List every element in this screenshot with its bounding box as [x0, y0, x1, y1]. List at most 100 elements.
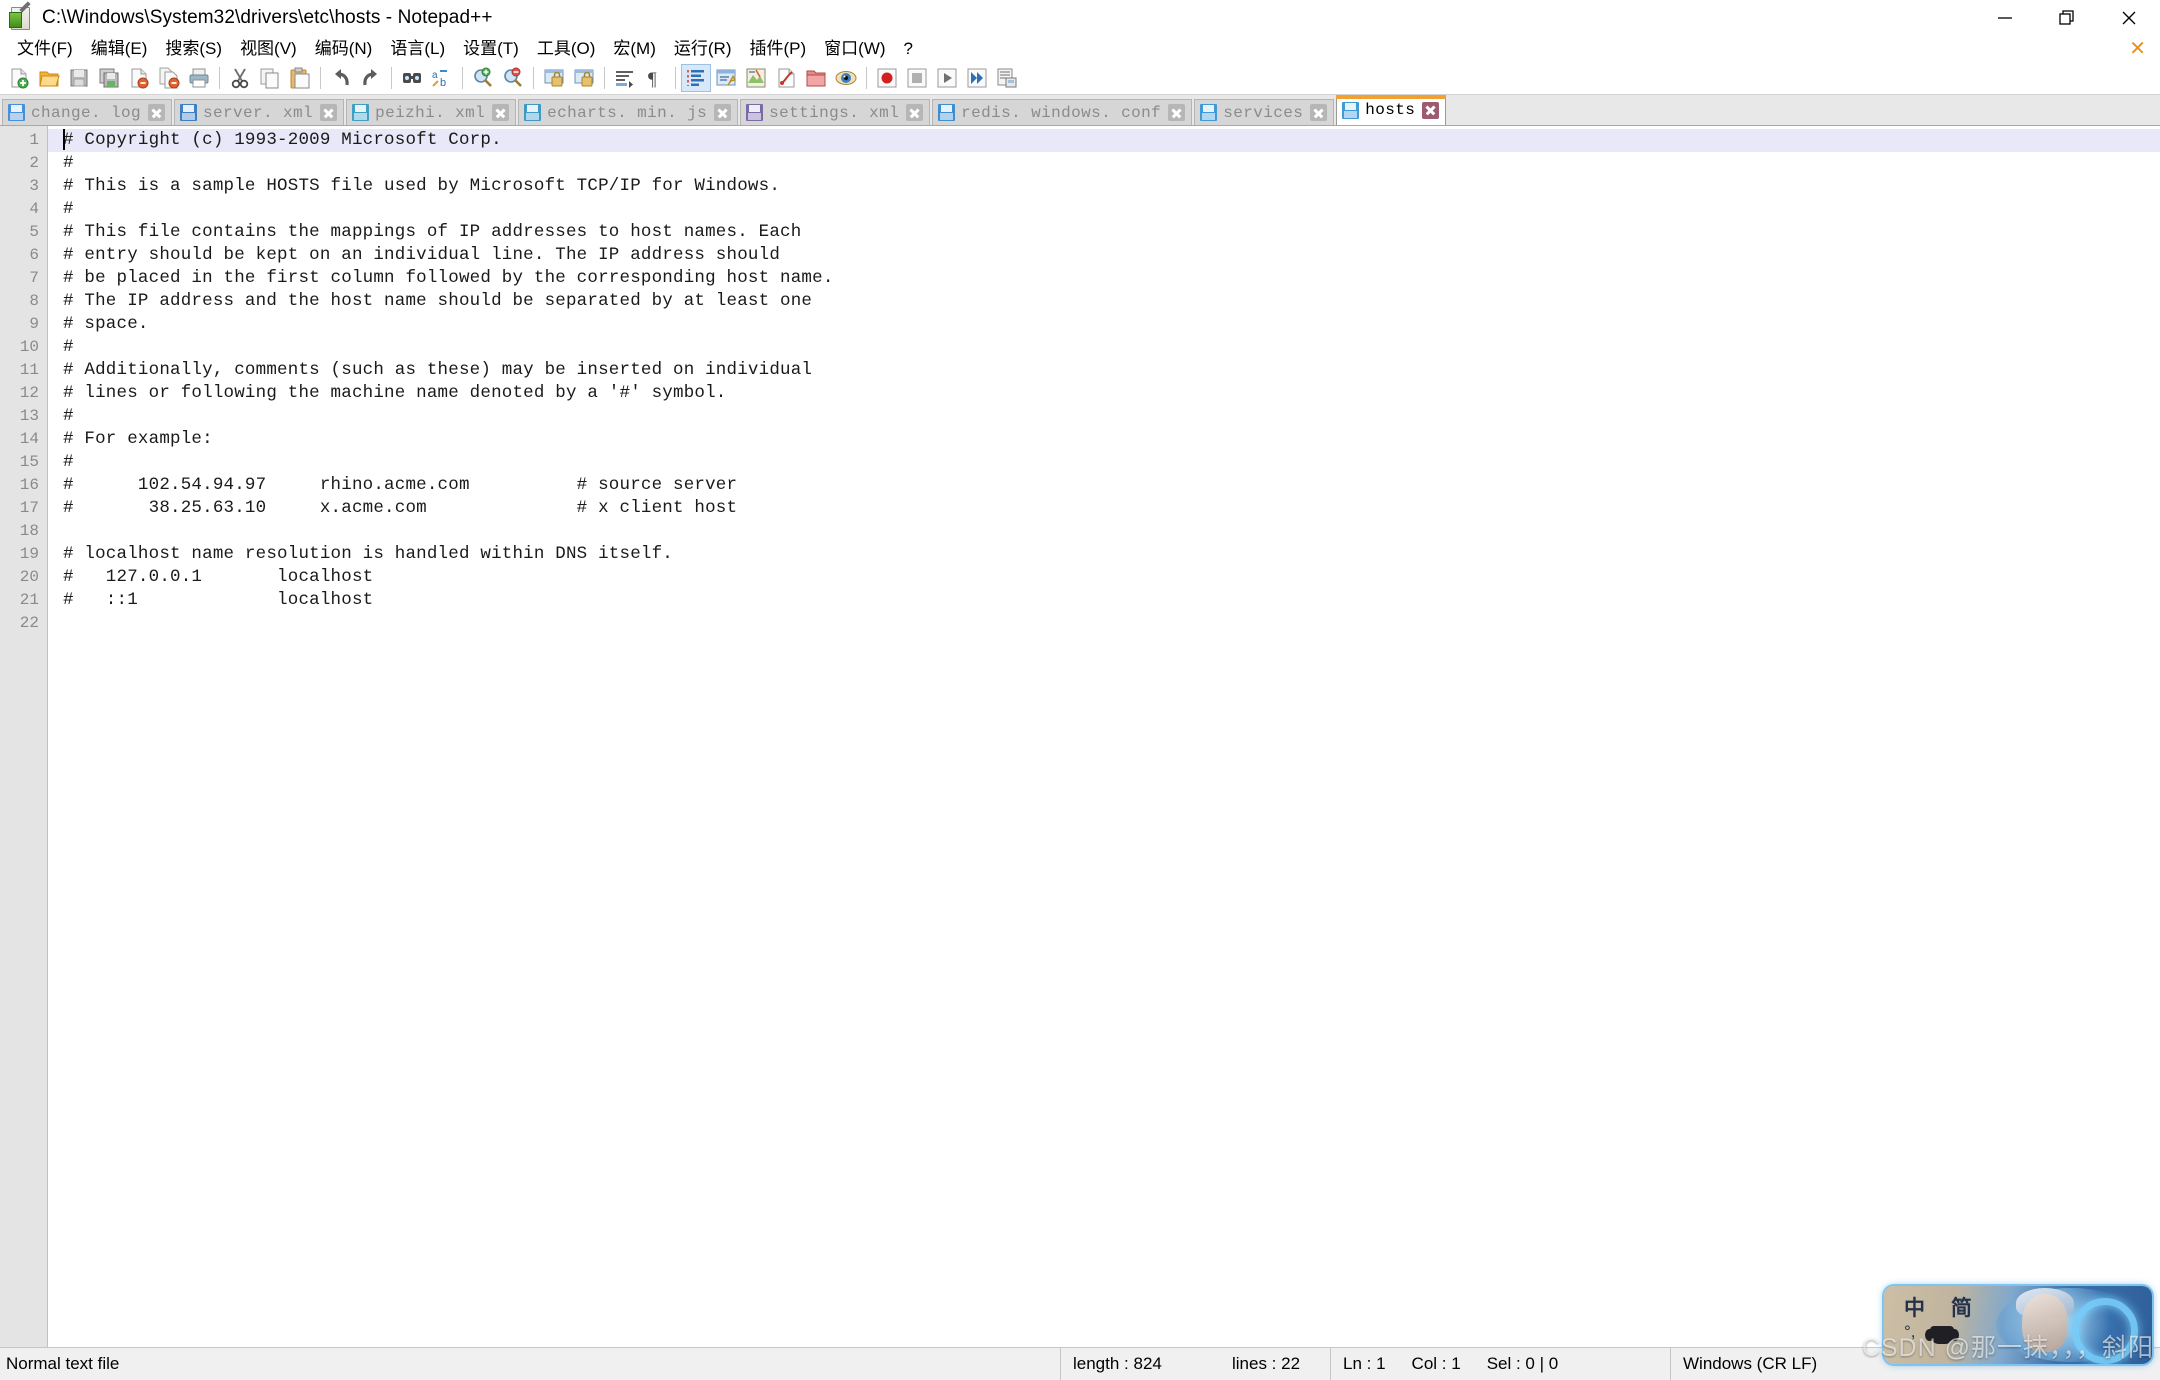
menu-language[interactable]: 语言(L) — [381, 37, 454, 61]
code-line[interactable]: # 102.54.94.97 rhino.acme.com # source s… — [48, 474, 2160, 497]
show-all-characters-icon[interactable]: ¶ — [640, 64, 670, 92]
paste-icon[interactable] — [285, 64, 315, 92]
menu-edit[interactable]: 编辑(E) — [82, 37, 157, 61]
document-map-icon[interactable] — [741, 64, 771, 92]
code-line[interactable]: # — [48, 336, 2160, 359]
close-tab-icon[interactable] — [148, 104, 166, 121]
code-line[interactable]: # ::1 localhost — [48, 589, 2160, 612]
code-line[interactable]: # This file contains the mappings of IP … — [48, 221, 2160, 244]
code-line[interactable]: # 127.0.0.1 localhost — [48, 566, 2160, 589]
document-close-button[interactable]: ✕ — [2129, 37, 2146, 61]
notepadpp-window: C:\Windows\System32\drivers\etc\hosts - … — [0, 0, 2160, 1380]
stop-macro-icon[interactable] — [902, 64, 932, 92]
close-tab-icon[interactable] — [1310, 104, 1328, 121]
close-tab-icon[interactable] — [492, 104, 510, 121]
restore-icon[interactable] — [2036, 0, 2098, 36]
close-tab-icon[interactable] — [1422, 101, 1440, 119]
sync-horizontal-scroll-icon[interactable] — [569, 64, 599, 92]
tab-server-xml[interactable]: server. xml — [174, 99, 345, 125]
tab-settings-xml[interactable]: settings. xml — [740, 99, 931, 125]
play-macro-icon[interactable] — [932, 64, 962, 92]
tab-change-log[interactable]: change. log — [2, 99, 173, 125]
line-number: 2 — [29, 154, 39, 172]
indent-guide-icon[interactable] — [681, 64, 711, 92]
code-line[interactable]: # — [48, 152, 2160, 175]
menu-macro[interactable]: 宏(M) — [604, 37, 664, 61]
menu-run[interactable]: 运行(R) — [665, 37, 741, 61]
tab-hosts[interactable]: hosts — [1336, 95, 1447, 125]
code-text-area[interactable]: # Copyright (c) 1993-2009 Microsoft Corp… — [48, 126, 2160, 1347]
line-number: 16 — [19, 476, 39, 494]
line-number: 13 — [19, 407, 39, 425]
cut-icon[interactable] — [225, 64, 255, 92]
function-list-icon[interactable] — [771, 64, 801, 92]
menu-search[interactable]: 搜索(S) — [156, 37, 231, 61]
code-line[interactable]: # Copyright (c) 1993-2009 Microsoft Corp… — [48, 129, 2160, 152]
minimize-icon[interactable] — [1974, 0, 2036, 36]
code-line[interactable]: # Additionally, comments (such as these)… — [48, 359, 2160, 382]
code-line[interactable]: # For example: — [48, 428, 2160, 451]
code-line[interactable]: # The IP address and the host name shoul… — [48, 290, 2160, 313]
ime-mode-label[interactable]: 中 简 — [1904, 1292, 1982, 1322]
save-icon[interactable] — [64, 64, 94, 92]
code-line[interactable]: # 38.25.63.10 x.acme.com # x client host — [48, 497, 2160, 520]
folder-as-workspace-icon[interactable] — [801, 64, 831, 92]
close-tab-icon[interactable] — [714, 104, 732, 121]
code-line[interactable]: # be placed in the first column followed… — [48, 267, 2160, 290]
run-macro-multiple-icon[interactable] — [962, 64, 992, 92]
menu-file[interactable]: 文件(F) — [8, 37, 82, 61]
code-line[interactable]: # — [48, 198, 2160, 221]
sync-vertical-scroll-icon[interactable] — [539, 64, 569, 92]
code-line[interactable] — [48, 520, 2160, 543]
print-icon[interactable] — [184, 64, 214, 92]
save-all-icon[interactable] — [94, 64, 124, 92]
close-tab-icon[interactable] — [1168, 104, 1186, 121]
code-line[interactable]: # entry should be kept on an individual … — [48, 244, 2160, 267]
new-file-icon[interactable] — [4, 64, 34, 92]
zoom-out-icon[interactable] — [498, 64, 528, 92]
redo-icon[interactable] — [356, 64, 386, 92]
toolbar-separator — [320, 67, 321, 89]
tab-echarts-min-js[interactable]: echarts. min. js — [518, 99, 739, 125]
code-line[interactable]: # localhost name resolution is handled w… — [48, 543, 2160, 566]
close-all-files-icon[interactable] — [154, 64, 184, 92]
monitoring-icon[interactable] — [831, 64, 861, 92]
code-line[interactable]: # lines or following the machine name de… — [48, 382, 2160, 405]
find-icon[interactable] — [397, 64, 427, 92]
save-macro-icon[interactable] — [992, 64, 1022, 92]
code-line[interactable]: # This is a sample HOSTS file used by Mi… — [48, 175, 2160, 198]
close-tab-icon[interactable] — [320, 104, 338, 121]
undo-icon[interactable] — [326, 64, 356, 92]
replace-icon[interactable]: ab — [427, 64, 457, 92]
tab-services[interactable]: services — [1194, 99, 1335, 125]
tab-redis-windows-conf[interactable]: redis. windows. conf — [932, 99, 1193, 125]
tab-peizhi-xml[interactable]: peizhi. xml — [346, 99, 517, 125]
line-number: 19 — [19, 545, 39, 563]
menu-tools[interactable]: 工具(O) — [528, 37, 605, 61]
menu-plugins[interactable]: 插件(P) — [740, 37, 815, 61]
menu-help[interactable]: ? — [895, 37, 922, 61]
line-number: 11 — [19, 361, 39, 379]
menu-encoding[interactable]: 编码(N) — [306, 37, 382, 61]
code-line[interactable]: # space. — [48, 313, 2160, 336]
open-file-icon[interactable] — [34, 64, 64, 92]
status-lines: lines : 22 — [1232, 1354, 1301, 1373]
zoom-in-icon[interactable] — [468, 64, 498, 92]
menu-window[interactable]: 窗口(W) — [815, 37, 894, 61]
menu-view[interactable]: 视图(V) — [231, 37, 306, 61]
menu-settings[interactable]: 设置(T) — [454, 37, 528, 61]
code-line[interactable]: # — [48, 405, 2160, 428]
close-tab-icon[interactable] — [906, 104, 924, 121]
code-line[interactable] — [48, 612, 2160, 635]
record-macro-icon[interactable] — [872, 64, 902, 92]
save-file-icon — [8, 104, 25, 121]
user-defined-language-icon[interactable] — [711, 64, 741, 92]
close-icon[interactable] — [2098, 0, 2160, 36]
close-file-icon[interactable] — [124, 64, 154, 92]
status-caret-position: Ln : 1 Col : 1 Sel : 0 | 0 — [1330, 1348, 1670, 1380]
code-line[interactable]: # — [48, 451, 2160, 474]
line-number: 7 — [29, 269, 39, 287]
line-number: 3 — [29, 177, 39, 195]
copy-icon[interactable] — [255, 64, 285, 92]
word-wrap-icon[interactable] — [610, 64, 640, 92]
